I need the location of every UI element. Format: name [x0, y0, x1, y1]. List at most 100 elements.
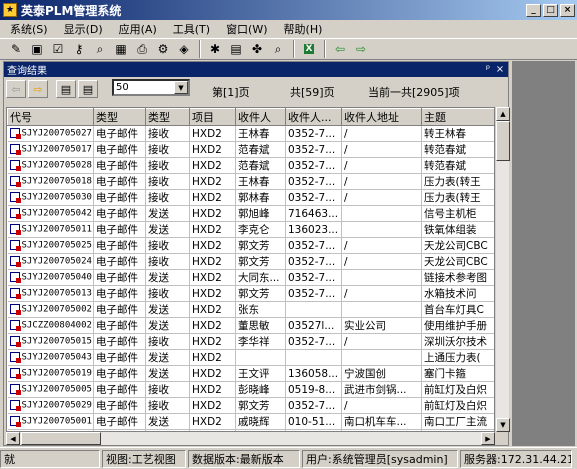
bug-button[interactable]: ✱	[205, 40, 225, 58]
col-header-recipient-address[interactable]: 收件人地址	[341, 108, 422, 126]
table-cell: 王林春	[235, 173, 286, 190]
excel-button[interactable]: X	[299, 40, 319, 58]
col-header-project[interactable]: 项目	[189, 108, 236, 126]
table-row[interactable]: SJYJ200705028 电子邮件 接收 HXD2 范春斌 0352-7... / 转范春斌	[7, 157, 494, 174]
check-button[interactable]: ☑	[48, 40, 68, 58]
table-cell	[285, 349, 342, 366]
table-cell: SJYJ200705001	[7, 413, 94, 430]
list-view-button[interactable]: ▤	[56, 80, 76, 98]
table-row[interactable]: SJYJ200705017 电子邮件 接收 HXD2 范春斌 0352-7... / 转范春斌	[7, 141, 494, 158]
col-header-code[interactable]: 代号	[7, 108, 94, 126]
document-icon	[9, 240, 21, 252]
scroll-up-button[interactable]: ▲	[496, 107, 510, 121]
table-cell: 发送	[145, 349, 190, 366]
table-cell	[341, 301, 422, 318]
table-row[interactable]: SJYJ200705029 电子邮件 接收 HXD2 郭文芳 0352-7... / 前缸灯及…	[7, 397, 494, 414]
grid-button[interactable]: ▦	[111, 40, 131, 58]
menu-help[interactable]: 帮助(H)	[276, 21, 331, 37]
menu-application[interactable]: 应用(A)	[111, 21, 165, 37]
menu-window[interactable]: 窗口(W)	[218, 21, 275, 37]
table-row[interactable]: SJCZZ00804002 电子邮件 发送 HXD2 董思敏 03527l... 实业公司使…	[7, 317, 494, 334]
print-icon: ⎙	[137, 41, 147, 56]
table-cell: 李华祥	[235, 333, 286, 350]
col-header-type[interactable]: 类型	[93, 108, 146, 126]
vertical-scrollbar[interactable]: ▲ ▼	[495, 107, 510, 432]
table-row[interactable]: SJYJ200705030 电子邮件 接收 HXD2 郭林春 0352-7... / 压力表(…	[7, 189, 494, 206]
table-row[interactable]: SJYJ200705001 电子邮件 发送 HXD2 戚晓辉 010-51... 南口机车车…	[7, 413, 494, 430]
back-arrow-button[interactable]: ⇦	[330, 40, 350, 58]
forward-arrow-icon: ⇨	[33, 82, 43, 96]
table-cell: 电子邮件	[93, 285, 146, 302]
table-row[interactable]: SJYJ200705005 电子邮件 接收 HXD2 彭晓峰 0519-8... 武进市剑锅…	[7, 381, 494, 398]
minimize-button[interactable]: _	[526, 3, 541, 17]
detail-view-button[interactable]: ▤	[78, 80, 98, 98]
results-grid[interactable]: 代号 类型 类型 项目 收件人 收件人... 收件人地址 主题 SJYJ2007…	[6, 107, 495, 432]
document-icon	[9, 384, 21, 396]
table-cell: 电子邮件	[93, 157, 146, 174]
table-row[interactable]: SJYJ200705019 电子邮件 发送 HXD2 王文评 136058... 宁波国创塞…	[7, 365, 494, 382]
table-cell	[285, 301, 342, 318]
chevron-down-icon[interactable]: ▼	[174, 81, 188, 94]
list-icon: ▤	[60, 82, 72, 96]
table-row[interactable]: SJYJ200705043 电子邮件 发送 HXD2 上通压力表(	[7, 349, 494, 366]
print-button[interactable]: ⎙	[132, 40, 152, 58]
table-row[interactable]: SJYJ200705015 电子邮件 接收 HXD2 李华祥 0352-7... / 深圳沃尔…	[7, 333, 494, 350]
table-cell: 铁氧体组装	[421, 221, 494, 238]
col-header-recipient[interactable]: 收件人	[235, 108, 286, 126]
table-row[interactable]: SJYJ200705042 电子邮件 发送 HXD2 郭旭峰 716463... 信号主机柜	[7, 205, 494, 222]
new-button[interactable]: ✎	[6, 40, 26, 58]
table-row[interactable]: SJYJ200705002 电子邮件 发送 HXD2 张东 首台车灯具C	[7, 301, 494, 318]
panel-close-icon[interactable]: ×	[494, 64, 506, 75]
table-row[interactable]: SJYJ200705027 电子邮件 接收 HXD2 王林春 0352-7... / 转王林春	[7, 125, 494, 142]
close-button[interactable]: ×	[560, 3, 575, 17]
table-cell: 电子邮件	[93, 397, 146, 414]
prev-page-button[interactable]: ⇦	[6, 80, 26, 98]
table-cell: 李克仑	[235, 221, 286, 238]
table-row[interactable]: SJYJ200705024 电子邮件 接收 HXD2 郭文芳 0352-7... / 天龙公司…	[7, 253, 494, 270]
table-row[interactable]: SJYJ200705011 电子邮件 发送 HXD2 李克仑 136023... 铁氧体组装	[7, 221, 494, 238]
process-button[interactable]: ⚙	[153, 40, 173, 58]
table-row[interactable]: SJYJ200705013 电子邮件 接收 HXD2 郭文芳 0352-7... / 水箱技术…	[7, 285, 494, 302]
horizontal-scrollbar[interactable]: ◀ ▶	[6, 432, 495, 445]
pin-icon[interactable]: ᵖ	[482, 64, 494, 75]
table-row[interactable]: SJYJ200705025 电子邮件 接收 HXD2 郭文芳 0352-7... / 天龙公司…	[7, 237, 494, 254]
table-cell: 天龙公司CBC	[421, 237, 494, 254]
page-size-select[interactable]: 50 ▼	[112, 79, 190, 96]
horizontal-scroll-thumb[interactable]	[21, 432, 101, 445]
table-cell: 接收	[145, 285, 190, 302]
table-cell: HXD2	[189, 189, 236, 206]
scroll-right-button[interactable]: ▶	[481, 432, 495, 445]
table-cell: HXD2	[189, 221, 236, 238]
forward-arrow-button[interactable]: ⇨	[351, 40, 371, 58]
grid-icon: ▦	[115, 42, 127, 56]
vertical-scroll-thumb[interactable]	[496, 121, 510, 161]
scroll-down-button[interactable]: ▼	[496, 418, 510, 432]
folder-button[interactable]: ◈	[174, 40, 194, 58]
scroll-left-button[interactable]: ◀	[6, 432, 20, 445]
table-row[interactable]: SJYJ200705040 电子邮件 发送 HXD2 大同东... 0352-7... 链接…	[7, 269, 494, 286]
chart-button[interactable]: ▤	[226, 40, 246, 58]
tree-button[interactable]: ✤	[247, 40, 267, 58]
find-button[interactable]: ⌕	[268, 40, 288, 58]
table-cell: 电子邮件	[93, 221, 146, 238]
next-page-button[interactable]: ⇨	[28, 80, 48, 98]
table-row[interactable]: SJYJ200705018 电子邮件 接收 HXD2 王林春 0352-7... / 压力表(…	[7, 173, 494, 190]
record-code: SJYJ200705019	[21, 368, 92, 379]
record-code: SJYJ200705001	[21, 416, 92, 427]
table-cell: SJYJ200705002	[7, 301, 94, 318]
col-header-direction[interactable]: 类型	[145, 108, 190, 126]
col-header-recipient-contact[interactable]: 收件人...	[285, 108, 342, 126]
table-cell: 接收	[145, 125, 190, 142]
maximize-button[interactable]: □	[543, 3, 558, 17]
table-cell: 前缸灯及白炽	[421, 397, 494, 414]
table-cell: HXD2	[189, 317, 236, 334]
key-button[interactable]: ⚷	[69, 40, 89, 58]
menu-tools[interactable]: 工具(T)	[165, 21, 218, 37]
table-cell: 转范春斌	[421, 141, 494, 158]
search-button[interactable]: ⌕	[90, 40, 110, 58]
table-cell: 转范春斌	[421, 157, 494, 174]
menu-display[interactable]: 显示(D)	[56, 21, 111, 37]
open-button[interactable]: ▣	[27, 40, 47, 58]
col-header-subject[interactable]: 主题	[421, 108, 494, 126]
menu-system[interactable]: 系统(S)	[0, 21, 56, 37]
